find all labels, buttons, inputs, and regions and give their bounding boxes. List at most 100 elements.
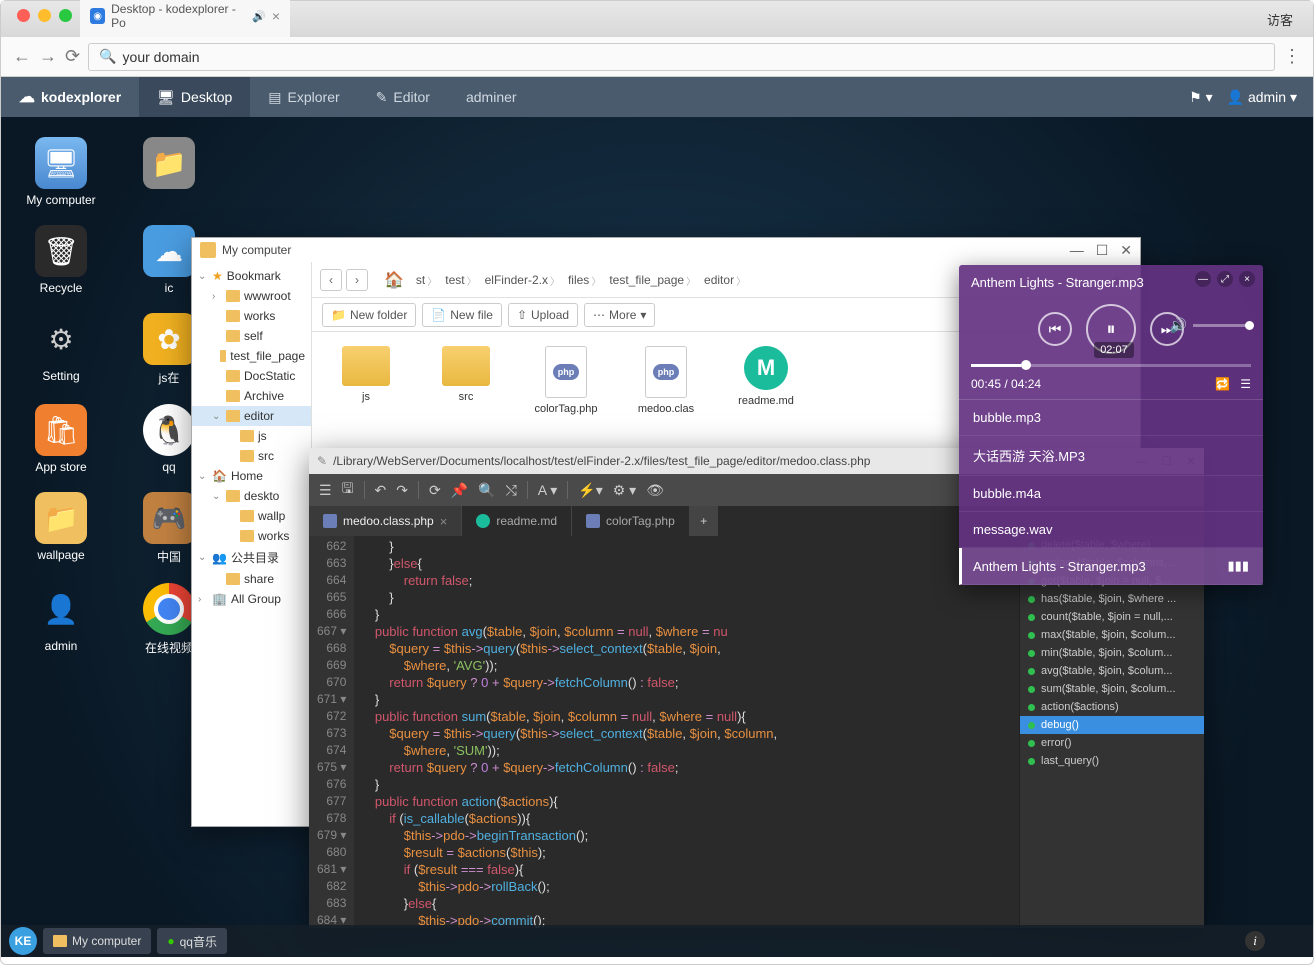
file-php[interactable]: phpcolorTag.php: [526, 346, 606, 415]
minimize-button[interactable]: —: [1070, 242, 1084, 259]
back-button[interactable]: ←: [13, 46, 31, 67]
playlist-item[interactable]: Anthem Lights - Stranger.mp3▮▮▮: [959, 548, 1263, 585]
function-item[interactable]: has($table, $join, $where ...: [1020, 590, 1204, 608]
tree-item[interactable]: self: [192, 326, 311, 346]
close-button[interactable]: ×: [1239, 271, 1255, 287]
function-item[interactable]: last_query(): [1020, 752, 1204, 770]
tab-editor[interactable]: ✎Editor: [358, 77, 448, 117]
upload-button[interactable]: ⇧ Upload: [508, 303, 578, 327]
desktop-icon-wallpage[interactable]: 📁wallpage: [21, 492, 101, 565]
playlist-item[interactable]: message.wav: [959, 512, 1263, 548]
reload-button[interactable]: ⟳: [65, 46, 80, 67]
breadcrumb-item[interactable]: test: [437, 270, 472, 290]
function-item[interactable]: count($table, $join = null,...: [1020, 608, 1204, 626]
wand-icon[interactable]: ⚡▾: [578, 482, 602, 499]
playlist-item[interactable]: bubble.mp3: [959, 400, 1263, 436]
guest-label[interactable]: 访客: [1267, 10, 1305, 29]
tab-explorer[interactable]: ▤Explorer: [250, 77, 357, 117]
maximize-button[interactable]: ☐: [1096, 242, 1109, 259]
code-editor[interactable]: 662663664665666667 ▾668669670671 ▾672673…: [309, 536, 1019, 928]
brand[interactable]: ☁ kodexplorer: [1, 87, 139, 107]
editor-tab[interactable]: readme.md: [462, 506, 572, 536]
gear-icon[interactable]: ⚙ ▾: [613, 482, 636, 499]
tree-public[interactable]: ⌄👥公共目录: [192, 546, 311, 569]
tree-item[interactable]: js: [192, 426, 311, 446]
file-folder-src[interactable]: src: [426, 346, 506, 403]
tab-adminer[interactable]: adminer: [448, 77, 535, 117]
tree-item[interactable]: DocStatic: [192, 366, 311, 386]
nav-back-button[interactable]: ‹: [320, 269, 342, 291]
desktop-icon-appstore[interactable]: 🛍App store: [21, 404, 101, 474]
breadcrumb-item[interactable]: elFinder-2.x: [477, 270, 556, 290]
home-icon[interactable]: 🏠: [384, 270, 404, 290]
menu-icon[interactable]: ☰: [319, 482, 332, 499]
repeat-icon[interactable]: 🔁: [1215, 377, 1230, 391]
playlist-item[interactable]: 大话西游 天浴.MP3: [959, 436, 1263, 476]
speaker-icon[interactable]: 🔊: [252, 10, 266, 23]
save-icon[interactable]: 🖫: [342, 478, 354, 502]
desktop-icon-recycle[interactable]: 🗑Recycle: [21, 225, 101, 295]
user-menu[interactable]: 👤 admin ▾: [1227, 89, 1297, 106]
url-bar[interactable]: 🔍 your domain: [88, 43, 1275, 71]
desktop-icon-setting[interactable]: ⚙Setting: [21, 313, 101, 386]
file-php[interactable]: phpmedoo.clas: [626, 346, 706, 415]
start-button[interactable]: KE: [9, 927, 37, 955]
flag-icon[interactable]: ⚑ ▾: [1189, 89, 1212, 106]
breadcrumb-item[interactable]: st: [408, 270, 433, 290]
close-button[interactable]: ✕: [1120, 242, 1132, 259]
minimize-window-button[interactable]: [38, 9, 51, 22]
editor-tab[interactable]: medoo.class.php×: [309, 506, 462, 536]
close-window-button[interactable]: [17, 9, 30, 22]
function-item[interactable]: avg($table, $join, $colum...: [1020, 662, 1204, 680]
info-button[interactable]: i: [1245, 931, 1265, 951]
tree-item-editor[interactable]: ⌄editor: [192, 406, 311, 426]
tree-item[interactable]: wallp: [192, 506, 311, 526]
function-item[interactable]: sum($table, $join, $colum...: [1020, 680, 1204, 698]
desktop-icon-mycomputer[interactable]: 🖥My computer: [21, 137, 101, 207]
undo-icon[interactable]: ↶: [375, 482, 387, 499]
new-tab-button[interactable]: +: [690, 506, 718, 536]
function-item[interactable]: debug(): [1020, 716, 1204, 734]
file-folder-js[interactable]: js: [326, 346, 406, 403]
tree-item[interactable]: test_file_page: [192, 346, 311, 366]
more-button[interactable]: ⋯ More ▾: [584, 303, 655, 327]
breadcrumb-item[interactable]: test_file_page: [601, 270, 692, 290]
editor-tab[interactable]: colorTag.php: [572, 506, 690, 536]
tree-allgroup[interactable]: ›🏢All Group: [192, 589, 311, 609]
breadcrumb-item[interactable]: editor: [696, 270, 742, 290]
tree-bookmark[interactable]: ⌄★Bookmark: [192, 266, 311, 286]
browser-menu-button[interactable]: ⋮: [1283, 46, 1301, 67]
tree-item[interactable]: Archive: [192, 386, 311, 406]
filemanager-titlebar[interactable]: My computer — ☐ ✕: [192, 238, 1140, 262]
tab-desktop[interactable]: 🖥Desktop: [139, 77, 250, 117]
tree-item[interactable]: works: [192, 526, 311, 546]
tree-item[interactable]: share: [192, 569, 311, 589]
new-folder-button[interactable]: 📁 New folder: [322, 303, 416, 327]
shuffle-icon[interactable]: ⤭: [506, 482, 517, 499]
desktop-icon-admin[interactable]: 👤admin: [21, 583, 101, 656]
function-item[interactable]: error(): [1020, 734, 1204, 752]
function-item[interactable]: min($table, $join, $colum...: [1020, 644, 1204, 662]
function-item[interactable]: action($actions): [1020, 698, 1204, 716]
eye-icon[interactable]: 👁: [646, 482, 664, 499]
browser-tab[interactable]: ◉ Desktop - kodexplorer - Po 🔊 ×: [80, 0, 290, 37]
desktop-icon-partial[interactable]: 📁: [129, 137, 209, 207]
tree-item[interactable]: works: [192, 306, 311, 326]
redo-icon[interactable]: ↷: [396, 482, 408, 499]
close-tab-icon[interactable]: ×: [440, 514, 448, 529]
expand-button[interactable]: ⤢: [1217, 271, 1233, 287]
minimize-button[interactable]: —: [1195, 271, 1211, 287]
taskbar-item[interactable]: ●qq音乐: [157, 928, 227, 954]
nav-forward-button[interactable]: ›: [346, 269, 368, 291]
font-icon[interactable]: A ▾: [538, 482, 557, 499]
playlist-item[interactable]: bubble.m4a: [959, 476, 1263, 512]
prev-button[interactable]: ⏮: [1038, 312, 1072, 346]
progress-bar[interactable]: 02:07: [959, 364, 1263, 367]
breadcrumb-item[interactable]: files: [560, 270, 597, 290]
tree-home[interactable]: ⌄🏠Home: [192, 466, 311, 486]
new-file-button[interactable]: 📄 New file: [422, 303, 502, 327]
refresh-icon[interactable]: ⟳: [429, 482, 441, 499]
file-md[interactable]: Mreadme.md: [726, 346, 806, 407]
volume-control[interactable]: 🔊: [1170, 317, 1251, 334]
playlist-icon[interactable]: ☰: [1240, 377, 1251, 391]
